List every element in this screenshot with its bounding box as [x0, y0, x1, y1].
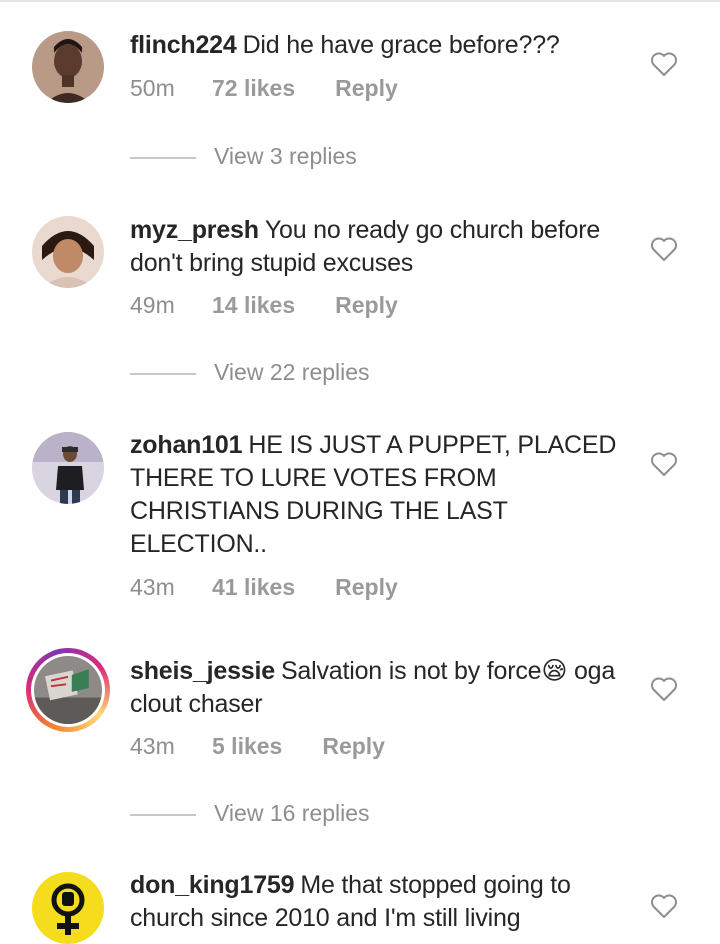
avatar[interactable] [32, 216, 104, 288]
comment-text: zohan101 HE IS JUST A PUPPET, PLACED THER… [130, 429, 630, 561]
comment-meta: 50m 72 likes Reply [130, 75, 398, 102]
comment-text: don_king1759 Me that stopped going to chu… [130, 869, 630, 935]
avatar-story-ring[interactable] [26, 648, 110, 732]
reply-button[interactable]: Reply [335, 292, 398, 319]
like-heart-icon[interactable] [650, 451, 678, 477]
view-replies-label[interactable]: View 22 replies [214, 359, 370, 386]
reply-button[interactable]: Reply [335, 574, 398, 601]
comment-username[interactable]: sheis_jessie [130, 657, 275, 685]
comment-time: 43m [130, 733, 175, 759]
avatar[interactable] [32, 432, 104, 504]
avatar[interactable] [32, 31, 104, 103]
comment-text: sheis_jessie Salvation is not by force😪 o… [130, 655, 630, 721]
comment-meta: 43m 41 likes Reply [130, 574, 398, 601]
comment-username[interactable]: myz_presh [130, 216, 259, 244]
like-heart-icon[interactable] [650, 893, 678, 919]
like-heart-icon[interactable] [650, 676, 678, 702]
view-replies-divider [130, 157, 196, 159]
reply-button[interactable]: Reply [335, 75, 398, 102]
view-replies-label[interactable]: View 3 replies [214, 143, 357, 170]
comment-text: myz_presh You no ready go church before d… [130, 214, 630, 280]
top-divider [0, 0, 720, 2]
view-replies-divider [130, 373, 196, 375]
comment-time: 50m [130, 75, 175, 101]
comment-username[interactable]: zohan101 [130, 431, 243, 459]
comment-time: 43m [130, 574, 175, 600]
comment-likes[interactable]: 72 likes [212, 75, 295, 102]
comment-time: 49m [130, 292, 175, 318]
like-heart-icon[interactable] [650, 236, 678, 262]
like-heart-icon[interactable] [650, 51, 678, 77]
comment-meta: 43m 5 likes Reply [130, 733, 385, 760]
comment-likes[interactable]: 14 likes [212, 292, 295, 319]
comment-username[interactable]: flinch224 [130, 31, 237, 59]
comment-body: Did he have grace before??? [242, 31, 560, 59]
avatar[interactable] [32, 872, 104, 944]
reply-button[interactable]: Reply [322, 733, 385, 760]
comment-text: flinch224 Did he have grace before??? [130, 29, 630, 62]
avatar [31, 653, 105, 727]
view-replies-label[interactable]: View 16 replies [214, 800, 370, 827]
comment-likes[interactable]: 5 likes [212, 733, 282, 760]
comment-meta: 49m 14 likes Reply [130, 292, 398, 319]
comment-likes[interactable]: 41 likes [212, 574, 295, 601]
view-replies-divider [130, 814, 196, 816]
comment-username[interactable]: don_king1759 [130, 871, 295, 899]
